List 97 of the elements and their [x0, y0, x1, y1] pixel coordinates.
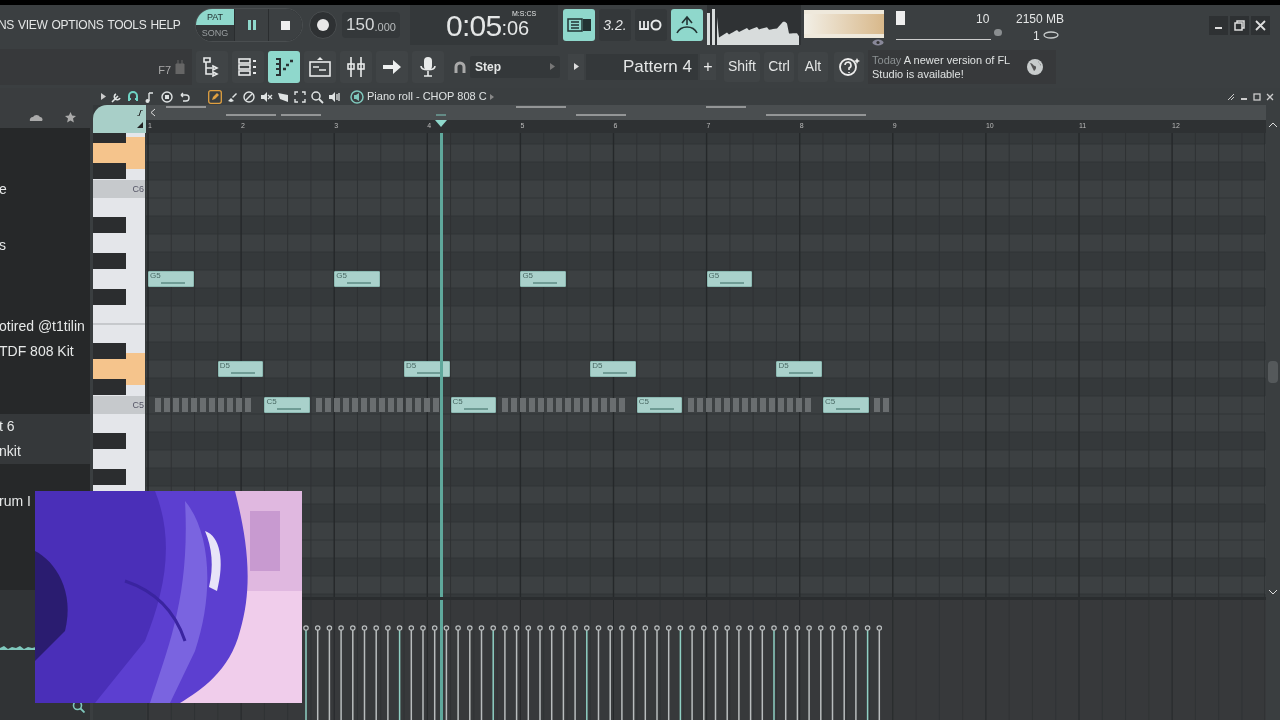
star-icon[interactable]	[65, 111, 76, 123]
magnet-icon[interactable]	[454, 60, 466, 73]
note-block[interactable]: D5	[590, 361, 636, 377]
tempo-field[interactable]: 150.000	[342, 12, 400, 38]
playlist-window-button[interactable]	[304, 50, 336, 83]
stop-button[interactable]	[268, 9, 302, 41]
globe-icon[interactable]	[1026, 57, 1044, 76]
close-icon[interactable]	[1266, 92, 1274, 101]
resize-icon[interactable]	[1227, 92, 1235, 101]
note-block[interactable]: D5	[217, 361, 264, 377]
mode-option[interactable]: SONG	[196, 25, 234, 41]
browser-item[interactable]: s	[0, 233, 90, 258]
loop-record-toggle[interactable]	[635, 9, 667, 41]
key-label: C5	[132, 399, 144, 412]
metronome-toggle[interactable]	[671, 9, 703, 41]
stop-icon	[281, 20, 290, 30]
select-tool-icon[interactable]	[293, 89, 307, 104]
mixer-window-button[interactable]	[340, 50, 372, 83]
shortcut-label: F7	[158, 63, 171, 79]
triangle-icon	[137, 122, 143, 128]
eye-icon[interactable]	[872, 39, 884, 46]
menu-item[interactable]: TOOLS	[107, 16, 147, 34]
browser-item[interactable]: otired @t1tilin	[0, 314, 90, 339]
close-button[interactable]	[1251, 15, 1270, 35]
scroll-up-icon	[1269, 122, 1277, 127]
scroll-thumb[interactable]	[1268, 361, 1278, 383]
add-pattern-button[interactable]: +	[700, 53, 716, 80]
pencil-tool-icon[interactable]	[208, 89, 222, 104]
note-block[interactable]: C5	[636, 397, 683, 413]
key-label: C6	[132, 183, 144, 196]
zoom-tool-icon[interactable]	[310, 89, 324, 104]
help-bubble-icon	[837, 55, 861, 78]
typing-keyboard-toggle[interactable]	[563, 9, 595, 41]
help-button[interactable]	[834, 51, 864, 82]
magnet-tool-icon[interactable]	[126, 89, 140, 104]
note-block[interactable]: C5	[450, 397, 497, 413]
browser-item[interactable]: e	[0, 177, 90, 202]
note-block[interactable]: G5	[706, 271, 753, 287]
cpu-count: 1	[1033, 28, 1040, 45]
note-block[interactable]: C5	[822, 397, 869, 413]
horizontal-scrollbar[interactable]	[146, 105, 1266, 120]
mic-window-button[interactable]	[412, 50, 444, 83]
menu-item[interactable]: OPTIONS	[51, 16, 104, 34]
restore-button[interactable]	[1230, 15, 1249, 35]
menu-item[interactable]: HELP	[150, 16, 181, 34]
browser-item[interactable]: rum I	[0, 489, 35, 514]
restore-icon	[1233, 18, 1246, 32]
pause-icon	[247, 20, 256, 30]
record-button[interactable]	[309, 11, 337, 39]
arrow-window-button[interactable]	[376, 50, 408, 83]
scroll-down-icon	[1269, 590, 1277, 595]
note-block[interactable]: C5	[264, 397, 310, 413]
modifier-key[interactable]: Shift	[724, 51, 760, 82]
minimize-icon	[1215, 27, 1222, 29]
keyboard-corner[interactable]	[93, 105, 146, 133]
pause-button[interactable]	[234, 9, 268, 41]
snap-dropdown[interactable]: Step	[470, 55, 560, 78]
record-icon	[317, 19, 329, 31]
delete-tool-icon[interactable]	[242, 89, 256, 104]
piano-keyboard[interactable]	[93, 133, 145, 491]
countdown-toggle[interactable]: 3.2.	[599, 9, 631, 41]
browser-item[interactable]: t 6	[0, 414, 90, 439]
note-block[interactable]: D5	[404, 361, 450, 377]
browser-window-button[interactable]	[196, 50, 228, 83]
minimize-button[interactable]	[1209, 15, 1228, 35]
caret-icon[interactable]	[101, 93, 106, 100]
piano-roll-window-button[interactable]	[268, 50, 300, 83]
caret-icon	[573, 63, 579, 70]
ghost-notes-drawing	[874, 398, 891, 412]
oval-icon	[1043, 31, 1059, 39]
record-tool-icon[interactable]	[160, 89, 174, 104]
note-block[interactable]: G5	[520, 271, 566, 287]
memory-usage: 2150 MB	[1016, 11, 1065, 28]
mode-option[interactable]: PAT	[196, 9, 234, 25]
polyphony-count: 10	[976, 11, 990, 28]
modifier-key[interactable]: Alt	[798, 51, 828, 82]
pitch-knob[interactable]	[994, 29, 1002, 36]
vertical-scrollbar[interactable]	[1266, 105, 1280, 720]
caret-icon[interactable]	[489, 93, 494, 100]
maximize-icon[interactable]	[1253, 92, 1261, 101]
note-block[interactable]: G5	[334, 271, 380, 287]
zoom-icon[interactable]	[72, 700, 85, 713]
modifier-key[interactable]: Ctrl	[764, 51, 794, 82]
piano-roll-title: Piano roll - CHOP 808 C	[367, 89, 487, 105]
note-block[interactable]: G5	[148, 271, 194, 287]
caret-icon	[550, 63, 555, 70]
pattern-menu-button[interactable]	[568, 53, 584, 80]
pattern-selector[interactable]: Pattern 4	[586, 53, 698, 80]
note-block[interactable]: D5	[776, 361, 822, 377]
curve-icon	[137, 110, 143, 116]
cloud-icon[interactable]	[29, 113, 43, 121]
channel-rack-window-button[interactable]	[232, 50, 264, 83]
menu-item[interactable]: VIEW	[18, 16, 48, 34]
speaker-circle-icon[interactable]	[350, 89, 364, 104]
browser-item[interactable]: TDF 808 Kit	[0, 339, 90, 364]
close-icon	[1254, 18, 1267, 32]
browser-item[interactable]: nkit	[0, 439, 90, 464]
